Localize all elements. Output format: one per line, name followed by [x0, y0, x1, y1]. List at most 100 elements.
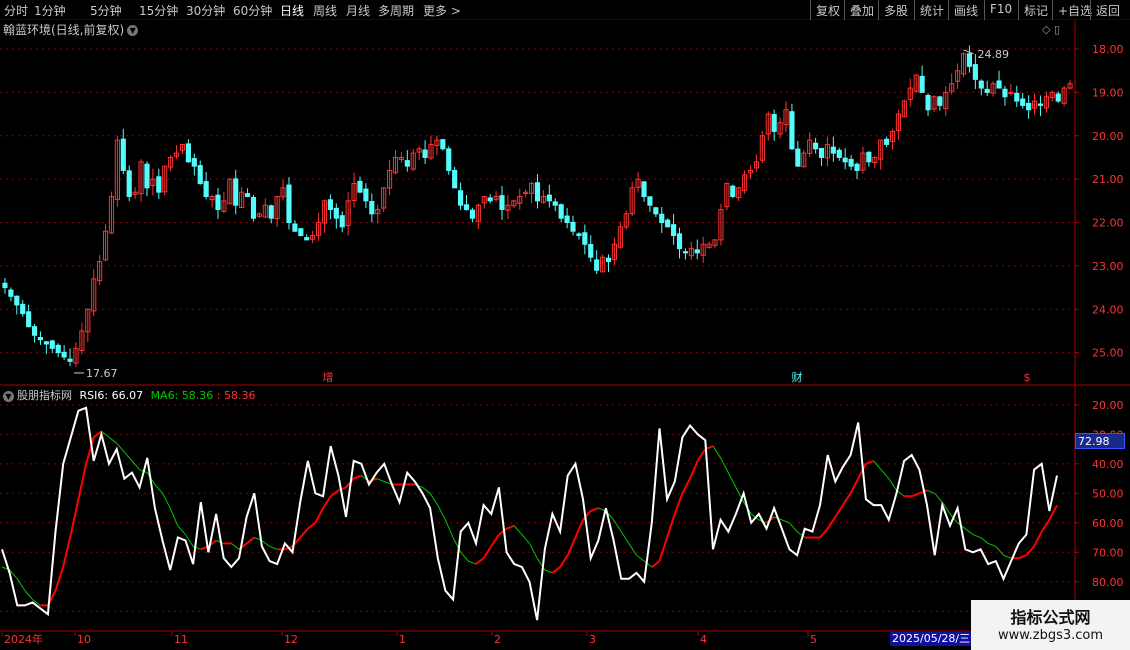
tab-timeframe-30min[interactable]: 30分钟	[186, 2, 225, 19]
candle-body	[49, 340, 55, 349]
ma-red-readout: : 58.36	[216, 389, 256, 402]
tab-timeframe-60min[interactable]: 60分钟	[233, 2, 272, 19]
tab-timeframe-1min[interactable]: 1分钟	[34, 2, 66, 19]
ma6-segment	[468, 560, 477, 565]
candle-body	[286, 184, 292, 224]
candle-body	[487, 197, 493, 202]
candle-body	[789, 111, 795, 150]
watermark-url: www.zbgs3.com	[997, 628, 1104, 643]
tab-timeframe-more[interactable]: 更多 >	[423, 2, 461, 19]
candle-body	[458, 190, 464, 206]
indicator-tick-label: 50.00	[1092, 487, 1124, 500]
ma6-segment	[988, 542, 997, 547]
ma6-segment	[636, 554, 645, 562]
ma6-segment	[498, 527, 508, 536]
overlay-button[interactable]: 叠加	[844, 0, 879, 20]
price-tick-label: 21.00	[1092, 173, 1124, 186]
chart-canvas[interactable]: 25.00 24.00 23.00 22.00 21.00 20.00 19.00 18.00…	[0, 0, 1130, 650]
ma6-segment	[338, 486, 347, 492]
candle-body	[653, 207, 659, 215]
ma6-segment	[590, 507, 599, 512]
restore-rights-button[interactable]: 复权	[810, 0, 845, 20]
candle-body	[61, 351, 67, 358]
tab-timeframe-5min[interactable]: 5分钟	[90, 2, 122, 19]
price-tick-label: 18.00	[1092, 43, 1124, 56]
current-value-badge: 72.98	[1075, 433, 1125, 449]
ma6-segment	[269, 545, 278, 550]
chevron-down-icon[interactable]: ▼	[127, 25, 139, 36]
candle-body	[534, 182, 541, 202]
ma6-segment	[880, 469, 890, 479]
ma6-segment	[376, 478, 385, 482]
candle-body	[641, 181, 647, 197]
rsi6-readout: RSI6: 66.07	[79, 389, 144, 402]
price-tick-label: 19.00	[1092, 86, 1124, 99]
tab-timeframe-multi[interactable]: 多周期	[378, 2, 414, 19]
ma6-segment	[934, 492, 943, 503]
candle-body	[191, 158, 197, 167]
x-tick-label: 2	[494, 633, 501, 646]
ma6-segment	[865, 459, 874, 465]
ma6-segment	[162, 493, 171, 509]
ma6-segment	[69, 498, 80, 535]
ma6-segment	[299, 528, 309, 539]
candle-body	[884, 138, 890, 145]
candle-body	[120, 138, 126, 171]
candle-body	[1026, 102, 1032, 111]
low-marker-label: 17.67	[86, 367, 118, 380]
candle-body	[304, 237, 310, 241]
ma6-segment	[177, 525, 186, 535]
multi-stock-button[interactable]: 多股	[878, 0, 913, 20]
statistics-button[interactable]: 统计	[914, 0, 949, 20]
ma6-segment	[781, 519, 790, 524]
mark-button[interactable]: 标记	[1018, 0, 1053, 20]
rsi6-line	[1, 406, 1058, 621]
candle-body	[250, 196, 257, 219]
grid-layer	[0, 20, 1130, 632]
candle-body	[14, 295, 20, 306]
x-tick-label: 5	[810, 633, 817, 646]
candle-body	[233, 178, 239, 206]
x-tick-label: 4	[700, 633, 707, 646]
panel-corner-icons[interactable]: ◇ ▯	[1042, 23, 1060, 36]
tab-timeframe-intraday[interactable]: 分时	[4, 2, 28, 19]
ma6-segment	[307, 522, 317, 530]
candle-body	[937, 96, 943, 106]
x-tick-label: 11	[174, 633, 188, 646]
ma6-segment	[544, 569, 553, 574]
watermark-title: 指标公式网	[1010, 608, 1091, 627]
candle-body	[333, 207, 339, 219]
candle-body	[984, 88, 990, 93]
candle-body	[37, 337, 44, 341]
candle-body	[546, 194, 552, 202]
candle-body	[156, 176, 162, 193]
f10-button[interactable]: F10	[984, 0, 1017, 20]
back-button[interactable]: 返回	[1090, 0, 1125, 20]
ma6-segment	[849, 478, 860, 494]
ma6-segment	[673, 492, 684, 515]
ma6-segment	[231, 543, 240, 550]
candle-body	[446, 148, 452, 171]
ma6-segment	[437, 504, 446, 521]
candle-body	[215, 194, 221, 211]
candle-body	[463, 204, 470, 211]
candle-body	[676, 233, 683, 250]
tab-timeframe-daily[interactable]: 日线	[280, 2, 304, 19]
ma6-segment	[108, 436, 117, 444]
ma6-segment	[666, 513, 676, 538]
candle-body	[558, 204, 564, 219]
indicator-panel-title: ▼ 股朋指标网 RSI6: 66.07 MA6: 58.36 : 58.36	[3, 387, 255, 403]
indicator-tick-label: 40.00	[1092, 458, 1124, 471]
candle-body	[659, 213, 665, 224]
price-tick-label: 22.00	[1092, 217, 1124, 230]
ma6-segment	[681, 478, 691, 494]
chevron-down-icon[interactable]: ▼	[3, 390, 14, 402]
tab-timeframe-15min[interactable]: 15分钟	[139, 2, 178, 19]
tab-timeframe-monthly[interactable]: 月线	[346, 2, 370, 19]
candle-body	[848, 158, 854, 167]
draw-line-button[interactable]: 画线	[948, 0, 983, 20]
ma6-segment	[24, 590, 33, 600]
tab-timeframe-weekly[interactable]: 周线	[313, 2, 337, 19]
ma6-segment	[54, 566, 65, 591]
ma6-segment	[154, 484, 163, 494]
